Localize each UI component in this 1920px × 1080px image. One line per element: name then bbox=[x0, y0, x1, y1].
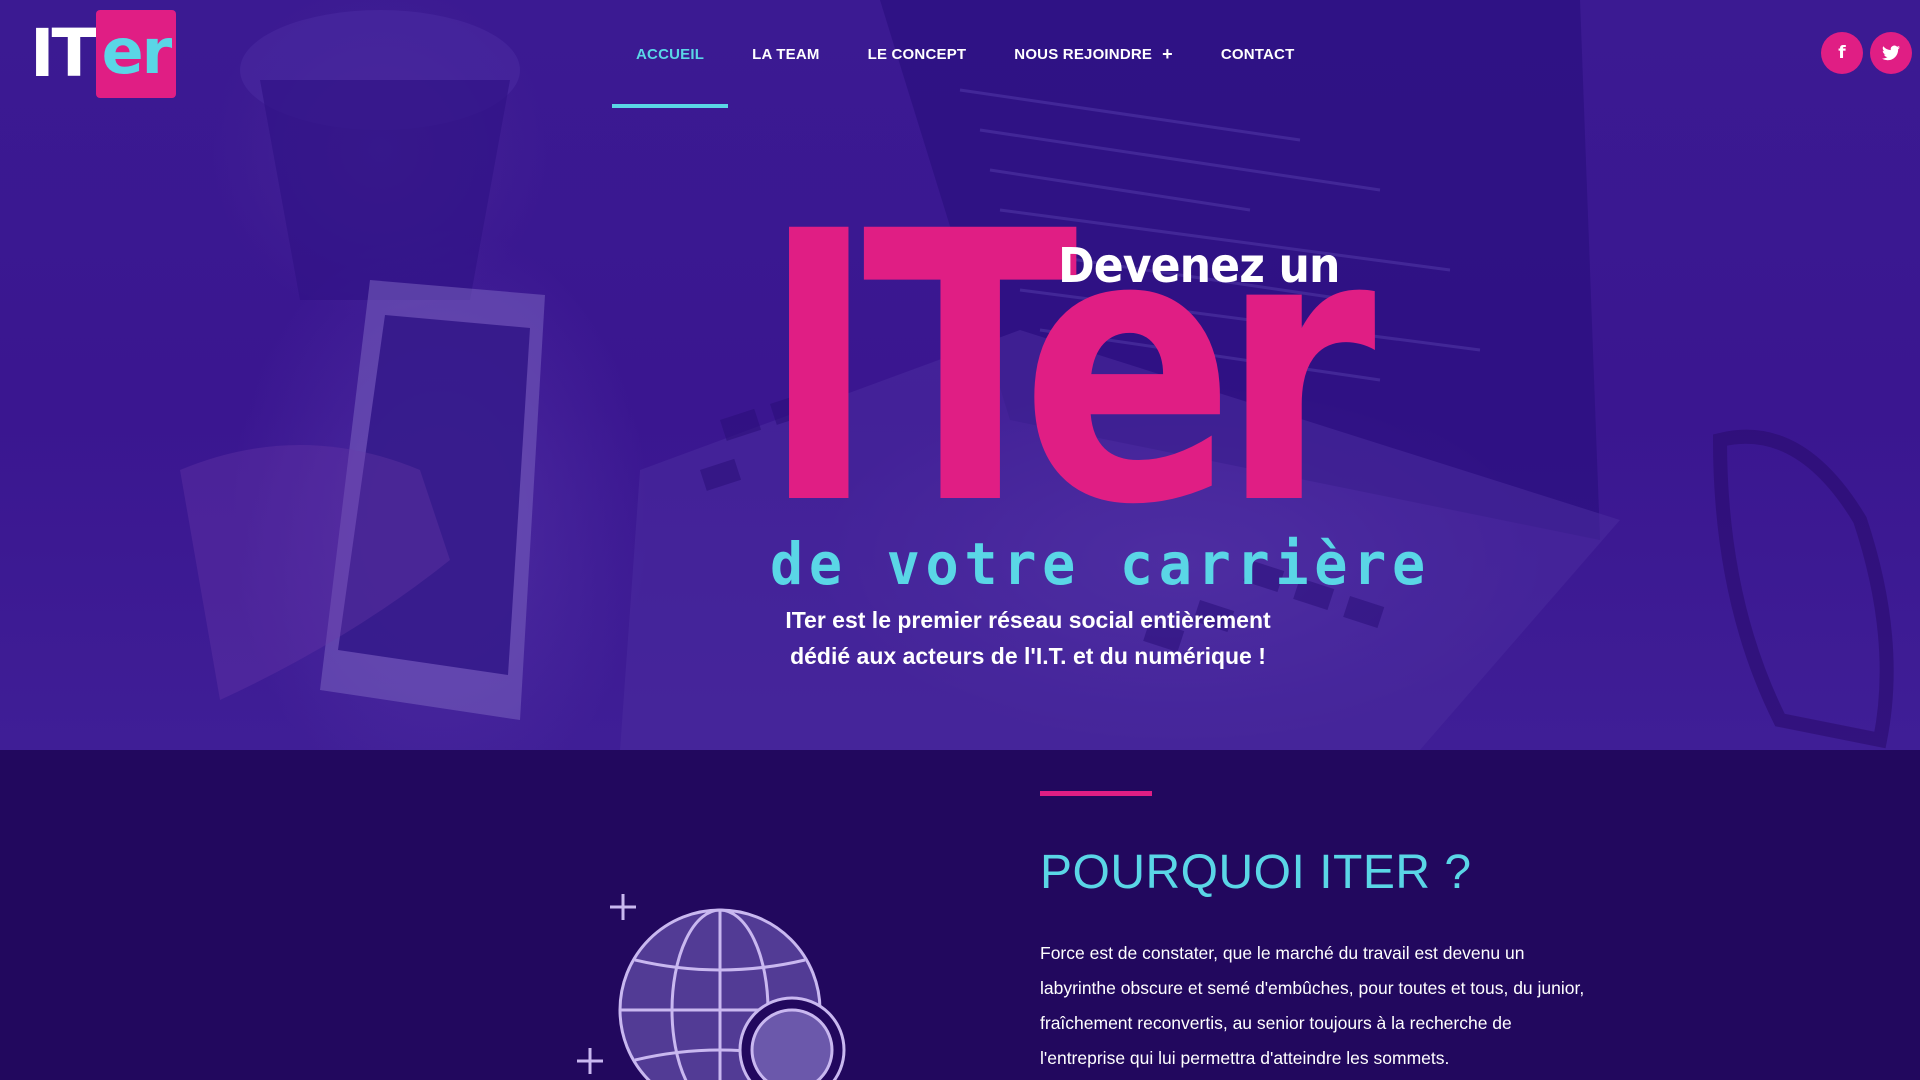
section-text: Force est de constater, que le marché du… bbox=[1040, 943, 1585, 1068]
hero-content: ITer Devenez un de votre carrière ITer e… bbox=[0, 0, 1920, 750]
hero-bottom-line: de votre carrière bbox=[770, 530, 1431, 598]
hero-top-line: Devenez un bbox=[1058, 238, 1340, 294]
section-title: POURQUOI ITER ? bbox=[1040, 846, 1472, 899]
hero-subtitle: ITer est le premier réseau social entièr… bbox=[660, 602, 1396, 674]
section-divider bbox=[1040, 791, 1152, 796]
hero-subtitle-line-1: ITer est le premier réseau social entièr… bbox=[785, 607, 1271, 633]
globe-search-illustration bbox=[577, 894, 846, 1080]
hero-subtitle-line-2: dédié aux acteurs de l'I.T. et du numéri… bbox=[790, 643, 1266, 669]
